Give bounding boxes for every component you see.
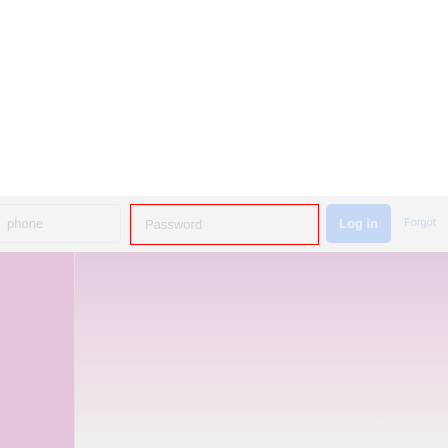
hero-background <box>75 252 448 448</box>
password-input[interactable]: Password <box>131 205 318 244</box>
forgot-password-link[interactable]: Forgot <box>404 204 436 243</box>
login-button[interactable]: Log in <box>326 204 391 243</box>
email-or-phone-input[interactable]: phone <box>0 204 121 243</box>
side-panel <box>0 252 74 448</box>
password-placeholder: Password <box>145 217 203 232</box>
phone-placeholder: phone <box>7 216 44 231</box>
